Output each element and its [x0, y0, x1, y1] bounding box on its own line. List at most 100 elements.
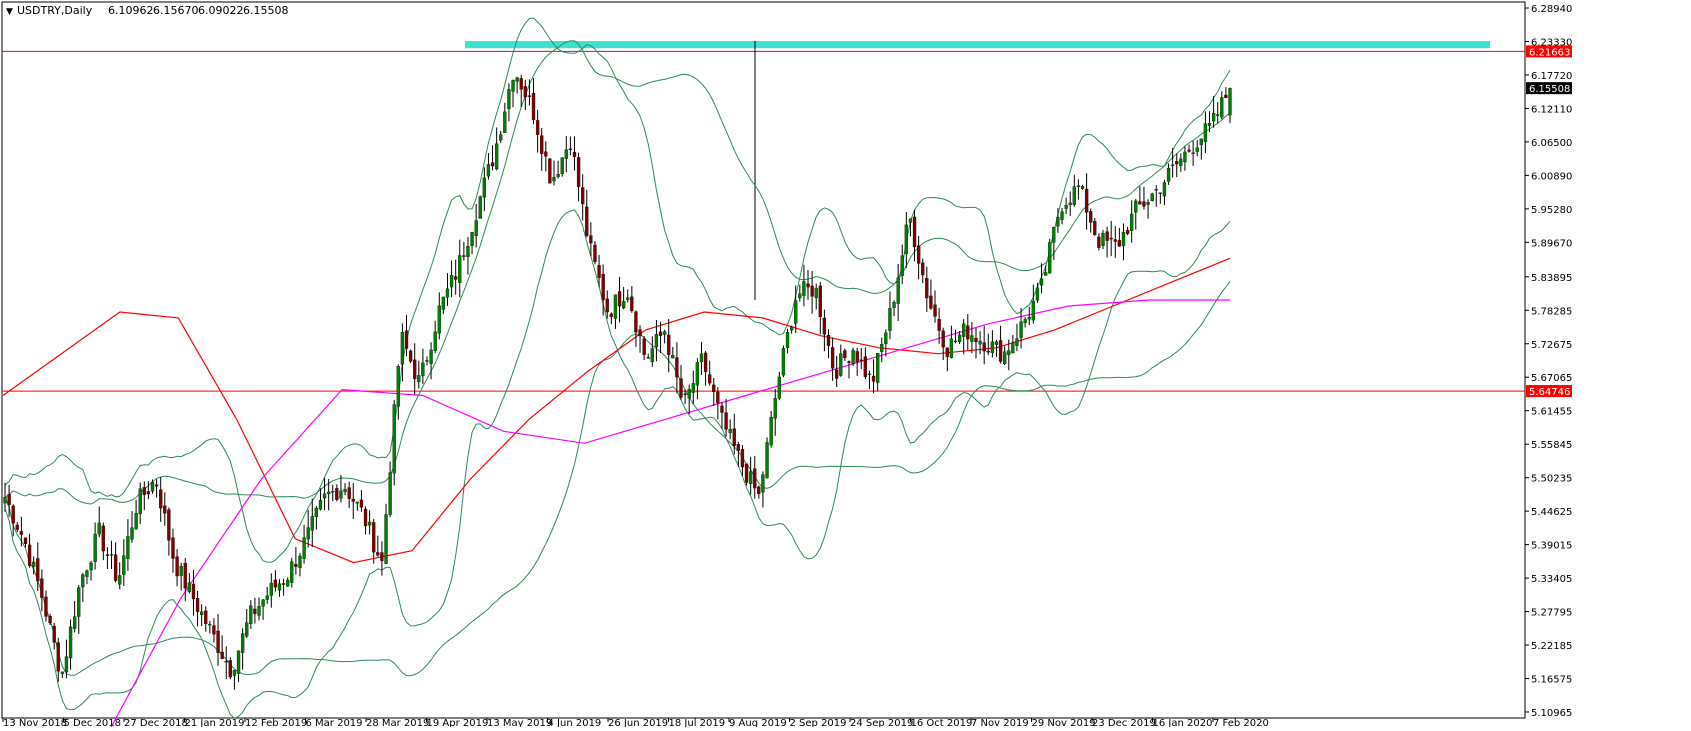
candle-bull[interactable]: [507, 89, 511, 109]
price-chart[interactable]: 6.21663 5.64746 6.15508 6.28940 6.23330 6.17…: [0, 0, 1691, 731]
candle-bear[interactable]: [101, 525, 105, 552]
candle-bear[interactable]: [376, 552, 380, 556]
candle-bear[interactable]: [933, 304, 937, 317]
candle-bear[interactable]: [535, 120, 540, 135]
candle-bull[interactable]: [695, 362, 700, 386]
candle-bear[interactable]: [490, 162, 495, 167]
candle-bull[interactable]: [671, 355, 675, 359]
candle-bull[interactable]: [384, 514, 388, 564]
candle-bull[interactable]: [32, 561, 36, 567]
candle-bear[interactable]: [589, 235, 593, 244]
candle-bear[interactable]: [154, 484, 159, 487]
candle-bull[interactable]: [64, 656, 69, 673]
candle-bull[interactable]: [421, 362, 425, 376]
candle-bear[interactable]: [617, 291, 622, 307]
candle-bull[interactable]: [474, 220, 478, 236]
candle-bull[interactable]: [68, 626, 73, 659]
candle-bull[interactable]: [269, 582, 273, 596]
candle-bull[interactable]: [93, 533, 97, 562]
candle-bear[interactable]: [675, 357, 679, 378]
candle-bear[interactable]: [945, 347, 949, 358]
candle-bull[interactable]: [1068, 202, 1072, 206]
candle-bull[interactable]: [613, 294, 618, 319]
candle-bull[interactable]: [511, 79, 515, 92]
candle-bull[interactable]: [249, 605, 253, 624]
candle-bull[interactable]: [277, 583, 282, 591]
candle-bull[interactable]: [1154, 189, 1158, 191]
candle-bull[interactable]: [355, 501, 359, 504]
candle-bear[interactable]: [568, 148, 573, 151]
candle-bull[interactable]: [1228, 88, 1232, 116]
candle-bear[interactable]: [658, 331, 663, 336]
candle-bull[interactable]: [978, 340, 982, 345]
candle-bear[interactable]: [863, 356, 868, 377]
candle-bear[interactable]: [531, 92, 536, 120]
candle-bull[interactable]: [851, 349, 855, 365]
candle-bull[interactable]: [425, 360, 429, 362]
candle-bull[interactable]: [1199, 138, 1203, 145]
candle-bull[interactable]: [265, 595, 269, 600]
candle-bear[interactable]: [998, 340, 1003, 362]
candle-bull[interactable]: [1060, 211, 1064, 220]
candle-bear[interactable]: [1125, 230, 1130, 234]
candle-bear[interactable]: [847, 361, 851, 363]
candle-bear[interactable]: [351, 498, 355, 502]
candle-bull[interactable]: [240, 633, 245, 653]
candle-bull[interactable]: [85, 570, 89, 577]
candle-bull[interactable]: [904, 224, 908, 254]
candle-bull[interactable]: [433, 331, 437, 351]
candle-bear[interactable]: [830, 347, 835, 369]
candle-bull[interactable]: [200, 611, 204, 615]
candle-bull[interactable]: [60, 671, 65, 674]
candle-bull[interactable]: [626, 297, 630, 300]
candle-bull[interactable]: [814, 287, 818, 298]
candle-bull[interactable]: [478, 196, 482, 219]
candle-bear[interactable]: [1093, 221, 1097, 235]
candle-bull[interactable]: [1207, 123, 1212, 126]
candle-bear[interactable]: [523, 86, 527, 98]
candle-bull[interactable]: [687, 389, 691, 399]
candle-bear[interactable]: [1117, 240, 1122, 247]
candle-bear[interactable]: [253, 608, 257, 614]
candle-bear[interactable]: [601, 274, 605, 300]
candle-bull[interactable]: [331, 491, 335, 493]
candle-bear[interactable]: [19, 531, 24, 535]
candle-bear[interactable]: [335, 488, 339, 500]
candle-bear[interactable]: [413, 359, 417, 380]
candle-bear[interactable]: [11, 505, 15, 524]
candle-bull[interactable]: [400, 332, 405, 365]
candle-bear[interactable]: [929, 295, 933, 309]
candle-bear[interactable]: [273, 579, 278, 588]
candle-bull[interactable]: [1011, 342, 1015, 354]
candle-bull[interactable]: [3, 497, 7, 504]
candle-bull[interactable]: [1150, 193, 1154, 201]
candle-bull[interactable]: [81, 574, 85, 588]
candle-bull[interactable]: [908, 218, 913, 223]
candle-bear[interactable]: [347, 487, 351, 499]
candle-bear[interactable]: [519, 78, 523, 90]
candle-bear[interactable]: [527, 95, 532, 97]
candle-bear[interactable]: [1175, 161, 1179, 165]
candle-bull[interactable]: [994, 341, 999, 345]
candle-bull[interactable]: [888, 308, 892, 331]
candle-bear[interactable]: [937, 319, 941, 331]
candle-bear[interactable]: [859, 359, 863, 361]
candle-bull[interactable]: [339, 490, 343, 499]
candle-bull[interactable]: [953, 340, 958, 343]
candle-bear[interactable]: [585, 206, 589, 236]
candle-bull[interactable]: [1023, 319, 1027, 324]
candle-bear[interactable]: [1109, 237, 1113, 240]
candle-bear[interactable]: [732, 428, 736, 446]
candle-bull[interactable]: [1031, 300, 1035, 321]
candle-bear[interactable]: [572, 151, 577, 158]
candle-bull[interactable]: [789, 326, 794, 331]
candle-bear[interactable]: [916, 245, 921, 264]
candle-bear[interactable]: [380, 552, 384, 561]
candle-bear[interactable]: [359, 499, 364, 508]
candle-bull[interactable]: [392, 404, 396, 474]
candle-bear[interactable]: [212, 625, 216, 635]
candle-bull[interactable]: [1203, 123, 1208, 142]
candle-bull[interactable]: [1195, 147, 1199, 152]
candle-bull[interactable]: [437, 305, 441, 334]
symbol-dropdown-icon[interactable]: ▼: [6, 7, 13, 17]
